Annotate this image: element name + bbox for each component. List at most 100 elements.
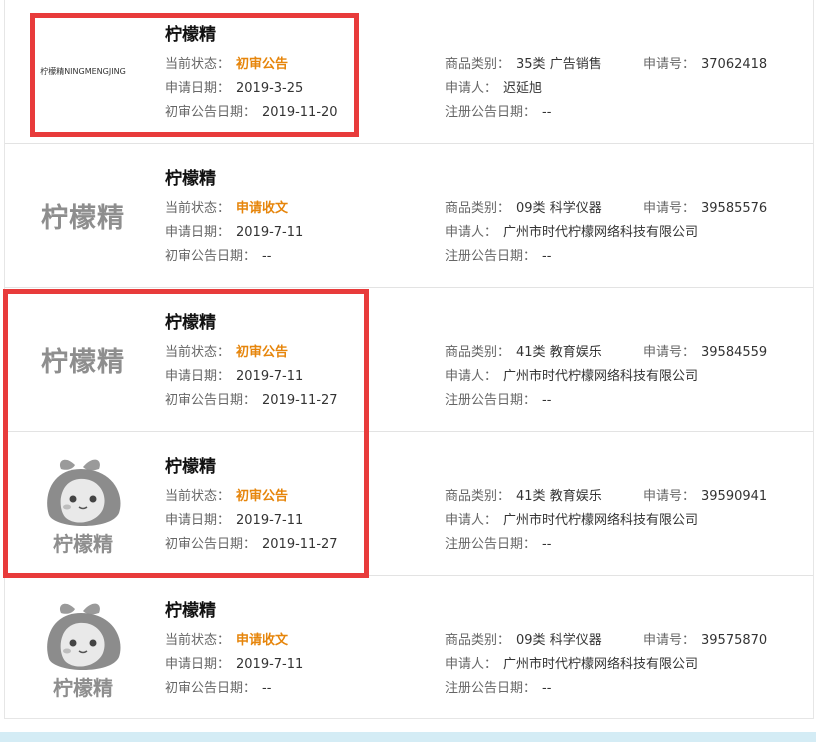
field-label: 当前状态： [165,489,231,504]
field-reg-date: 注册公告日期： -- [445,537,551,553]
field-category: 商品类别： 41类 教育娱乐 [445,489,602,505]
field-value: 09类 科学仪器 [516,201,602,216]
field-prelim-date: 初审公告日期： -- [165,681,271,697]
field-label: 申请人： [445,81,498,96]
field-label: 商品类别： [445,57,511,72]
field-value: 申请收文 [236,201,289,216]
field-value: 41类 教育娱乐 [516,489,602,504]
trademark-logo[interactable]: 柠檬精 [13,576,153,719]
field-label: 申请人： [445,657,498,672]
field-value: 37062418 [701,57,768,72]
trademark-name[interactable]: 柠檬精 [165,596,216,621]
field-value: -- [262,249,272,264]
field-label: 申请人： [445,225,498,240]
field-apply-date: 申请日期： 2019-7-11 [165,513,303,529]
trademark-logo-text: 柠檬精 [41,347,125,378]
trademark-logo[interactable]: 柠檬精NINGMENGJING [13,0,153,143]
field-label: 申请号： [643,345,696,360]
field-label: 申请日期： [165,225,231,240]
field-applicant: 申请人： 迟延旭 [445,81,542,97]
trademark-name[interactable]: 柠檬精 [165,452,216,477]
field-value: -- [542,393,552,408]
field-value: -- [542,681,552,696]
field-label: 初审公告日期： [165,681,257,696]
field-label: 申请号： [643,633,696,648]
field-label: 申请日期： [165,81,231,96]
field-label: 注册公告日期： [445,249,537,264]
field-apply-date: 申请日期： 2019-7-11 [165,657,303,673]
field-prelim-date: 初审公告日期： 2019-11-20 [165,105,338,121]
field-value: 迟延旭 [503,81,543,96]
field-apply-date: 申请日期： 2019-3-25 [165,81,303,97]
trademark-results-list: 柠檬精NINGMENGJING 柠檬精 当前状态： 初审公告 申请日期： 2019-3-2… [4,0,814,719]
field-label: 当前状态： [165,345,231,360]
field-value: 2019-7-11 [236,513,304,528]
field-value: 2019-11-20 [262,105,338,120]
trademark-logo[interactable]: 柠檬精 [13,432,153,575]
trademark-name[interactable]: 柠檬精 [165,308,216,333]
field-category: 商品类别： 35类 广告销售 [445,57,602,73]
trademark-row[interactable]: 柠檬精 柠檬精 当前状态： 初审公告 申请日期： 2019-7-11 初审公告日期： 2019… [5,288,813,432]
field-value: 初审公告 [236,57,289,72]
field-value: 2019-7-11 [236,657,304,672]
field-label: 申请日期： [165,369,231,384]
field-status: 当前状态： 申请收文 [165,201,288,217]
field-label: 注册公告日期： [445,393,537,408]
trademark-name[interactable]: 柠檬精 [165,20,216,45]
field-value: 41类 教育娱乐 [516,345,602,360]
field-label: 当前状态： [165,201,231,216]
field-label: 注册公告日期： [445,681,537,696]
trademark-logo[interactable]: 柠檬精 [13,144,153,287]
field-value: 广州市时代柠檬网络科技有限公司 [503,657,699,672]
field-value: -- [262,681,272,696]
field-value: 2019-11-27 [262,537,338,552]
field-value: -- [542,249,552,264]
bottom-scroll-area [0,732,816,742]
lemon-mascot-logo: 柠檬精 [35,449,131,559]
field-value: 广州市时代柠檬网络科技有限公司 [503,225,699,240]
field-value: 2019-7-11 [236,225,304,240]
field-value: 39585576 [701,201,768,216]
trademark-logo-text: 柠檬精NINGMENGJING [40,67,126,76]
field-applicant: 申请人： 广州市时代柠檬网络科技有限公司 [445,369,698,385]
field-label: 商品类别： [445,201,511,216]
trademark-row[interactable]: 柠檬精 柠檬精 当前状态： 申请收文 申请日期： 2019-7-11 初审公告日期： -- 商品… [5,144,813,288]
field-label: 注册公告日期： [445,105,537,120]
field-reg-date: 注册公告日期： -- [445,249,551,265]
field-reg-no: 申请号： 37062418 [643,57,767,73]
trademark-row[interactable]: 柠檬精 柠檬精 当前状态： 初审公告 申请日期： 2019-7-11 初审公告日期： 2019… [5,432,813,576]
field-label: 当前状态： [165,57,231,72]
field-prelim-date: 初审公告日期： -- [165,249,271,265]
field-label: 申请人： [445,369,498,384]
field-value: 35类 广告销售 [516,57,602,72]
trademark-row[interactable]: 柠檬精NINGMENGJING 柠檬精当前状态： 初审公告申请日期： 2019-3-2… [5,0,813,144]
field-label: 申请人： [445,513,498,528]
field-label: 申请号： [643,57,696,72]
trademark-row[interactable]: 柠檬精 柠檬精 当前状态： 申请收文 申请日期： 2019-7-11 初审公告日期： -- 商品… [5,576,813,720]
field-value: -- [542,537,552,552]
field-prelim-date: 初审公告日期： 2019-11-27 [165,537,338,553]
trademark-logo[interactable]: 柠檬精 [13,288,153,431]
field-label: 初审公告日期： [165,537,257,552]
field-label: 申请日期： [165,657,231,672]
field-reg-no: 申请号： 39584559 [643,345,767,361]
field-value: 广州市时代柠檬网络科技有限公司 [503,369,699,384]
trademark-logo-caption: 柠檬精 [53,531,113,556]
field-reg-no: 申请号： 39590941 [643,489,767,505]
field-status: 当前状态： 初审公告 [165,57,288,73]
field-label: 商品类别： [445,489,511,504]
field-label: 申请日期： [165,513,231,528]
trademark-name[interactable]: 柠檬精 [165,164,216,189]
trademark-logo-caption: 柠檬精 [53,675,113,700]
field-label: 初审公告日期： [165,105,257,120]
field-label: 申请号： [643,489,696,504]
field-reg-no: 申请号： 39585576 [643,201,767,217]
field-label: 注册公告日期： [445,537,537,552]
field-value: 39575870 [701,633,768,648]
field-value: 39584559 [701,345,768,360]
field-reg-date: 注册公告日期： -- [445,393,551,409]
field-label: 申请号： [643,201,696,216]
field-value: -- [542,105,552,120]
field-value: 09类 科学仪器 [516,633,602,648]
lemon-mascot-logo: 柠檬精 [35,593,131,703]
